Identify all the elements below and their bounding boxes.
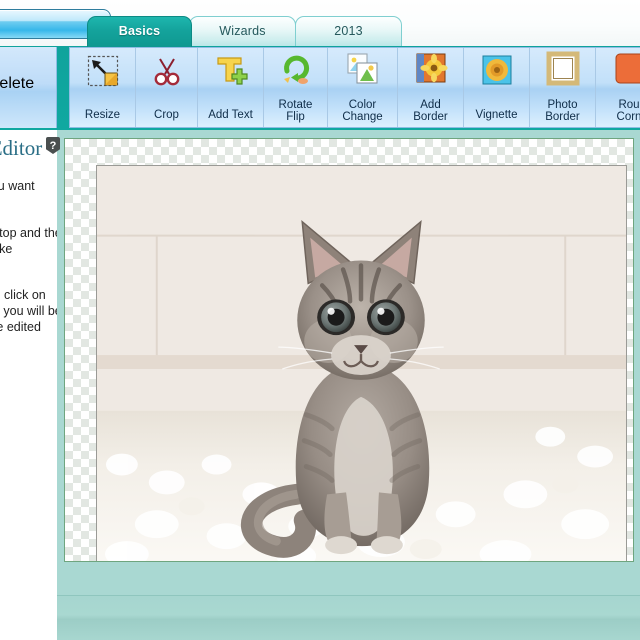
color-change-icon (345, 51, 381, 87)
tool-color-change[interactable]: Color Change (328, 48, 398, 127)
add-text-icon (213, 53, 249, 89)
tab-wizards[interactable]: Wizards (189, 16, 296, 47)
delete-button[interactable]: Delete (0, 47, 57, 128)
sidebar-paragraph-1: Select the image you want (0, 179, 35, 193)
tool-photo-border[interactable]: Photo Border (530, 48, 596, 127)
sidebar-paragraph-2: Use the tools at the top and the options… (0, 226, 57, 256)
tab-2013-label: 2013 (334, 24, 363, 38)
delete-button-label: Delete (0, 75, 35, 92)
help-sidebar: Image Editor Select the image you want U… (0, 130, 58, 595)
round-corners-icon (611, 51, 640, 87)
tab-strip: Basics Wizards 2013 (0, 0, 640, 47)
photo-preview[interactable] (96, 165, 627, 561)
tool-add-text-label: Add Text (208, 108, 253, 121)
tool-add-border-label: Add Border (413, 99, 448, 123)
sidebar-paragraph-3: When you are done, click on the Save but… (0, 288, 57, 334)
tab-2013[interactable]: 2013 (295, 16, 402, 47)
rotate-flip-icon (278, 51, 314, 87)
tool-crop-label: Crop (154, 108, 179, 121)
work-area: width:475px height:360px size:94.61 KB (57, 130, 640, 595)
image-editor-window: Basics Wizards 2013 Del (0, 0, 640, 640)
photo-border-icon (545, 51, 581, 87)
tool-rotate-flip[interactable]: Rotate Flip (264, 48, 328, 127)
tool-rotate-flip-label: Rotate Flip (278, 99, 313, 123)
tool-crop[interactable]: Crop (136, 48, 198, 127)
resize-icon (85, 53, 121, 89)
tool-color-change-label: Color Change (342, 99, 383, 123)
tool-resize-label: Resize (84, 108, 121, 121)
tool-vignette[interactable]: Vignette (464, 48, 530, 127)
tool-round-corners[interactable]: Rou Corn (596, 48, 640, 127)
tab-basics-label: Basics (118, 24, 161, 38)
kitten-photo (97, 166, 626, 561)
tool-photo-border-label: Photo Border (545, 99, 580, 123)
image-canvas[interactable]: width:475px height:360px size:94.61 KB (64, 138, 634, 562)
toolbar-region: Delete Resize (0, 46, 640, 130)
tab-wizards-label: Wizards (219, 24, 266, 38)
tools-toolbar: Resize Crop Add Text Rotate Flip Color C… (69, 47, 640, 128)
bottom-bar (57, 595, 640, 640)
tab-basics[interactable]: Basics (87, 16, 192, 47)
vignette-icon (479, 53, 515, 89)
crop-scissors-icon (149, 53, 185, 89)
bottom-left-filler (0, 595, 58, 640)
tool-vignette-label: Vignette (475, 108, 518, 121)
tool-add-text[interactable]: Add Text (198, 48, 264, 127)
tool-add-border[interactable]: Add Border (398, 48, 464, 127)
add-border-icon (413, 51, 449, 87)
tool-round-corners-label: Rou Corn (616, 99, 640, 123)
tool-resize[interactable]: Resize (70, 48, 136, 127)
